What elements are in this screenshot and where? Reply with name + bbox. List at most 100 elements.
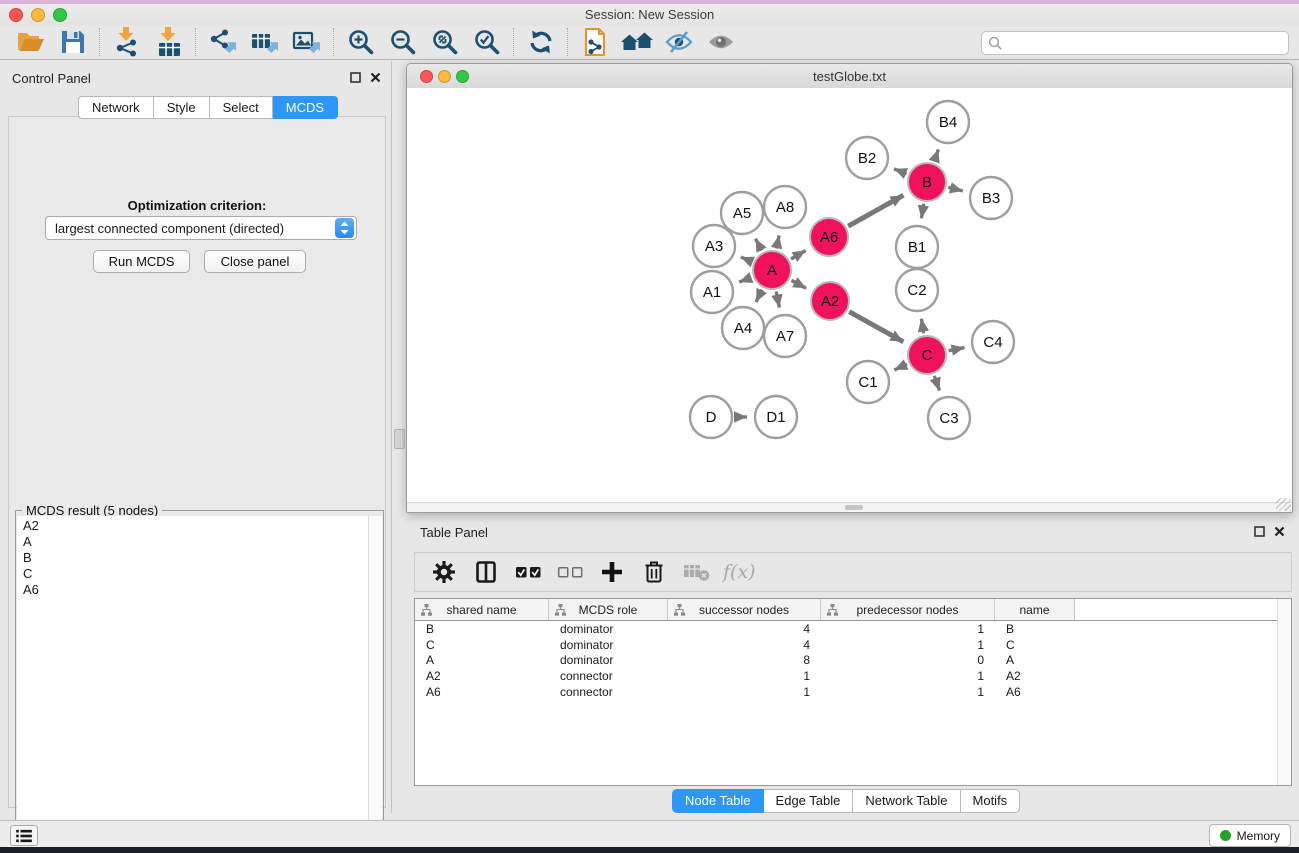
graph-edge-C-C2[interactable] xyxy=(921,319,923,334)
export-image-icon[interactable] xyxy=(286,26,328,58)
graph-node-A3[interactable]: A3 xyxy=(693,225,735,267)
search-field[interactable] xyxy=(981,31,1289,55)
resize-grip-icon[interactable] xyxy=(1276,498,1291,511)
tab-network-table[interactable]: Network Table xyxy=(853,789,960,813)
save-icon[interactable] xyxy=(52,26,94,58)
float-panel-icon[interactable] xyxy=(350,72,361,83)
column-header-predecessor-nodes[interactable]: predecessor nodes xyxy=(821,599,995,620)
close-panel-button[interactable]: Close panel xyxy=(204,250,306,273)
graph-edge-A-A7[interactable] xyxy=(776,292,779,308)
search-input[interactable] xyxy=(1003,35,1282,51)
graph-node-C2[interactable]: C2 xyxy=(896,269,938,311)
close-table-panel-icon[interactable] xyxy=(1274,526,1285,537)
tab-select[interactable]: Select xyxy=(210,96,273,119)
result-list-item[interactable]: C xyxy=(17,566,368,582)
graph-edge-A-A4[interactable] xyxy=(756,290,762,302)
criterion-dropdown[interactable]: largest connected component (directed) xyxy=(45,216,357,240)
float-table-panel-icon[interactable] xyxy=(1254,526,1265,537)
minimize-window-button[interactable] xyxy=(31,8,45,22)
graph-node-D[interactable]: D xyxy=(690,396,732,438)
zoom-in-icon[interactable] xyxy=(340,26,382,58)
column-header-successor-nodes[interactable]: successor nodes xyxy=(668,599,821,620)
zoom-selected-icon[interactable] xyxy=(466,26,508,58)
graph-node-C[interactable]: C xyxy=(908,336,946,374)
graph-node-A5[interactable]: A5 xyxy=(721,192,763,234)
graph-edge-A2-C[interactable] xyxy=(849,312,903,342)
graph-node-C1[interactable]: C1 xyxy=(847,361,889,403)
zoom-fit-icon[interactable] xyxy=(424,26,466,58)
result-list-item[interactable]: A2 xyxy=(17,518,368,534)
result-list-scrollbar[interactable] xyxy=(368,516,382,851)
network-minimize-button[interactable] xyxy=(438,70,451,83)
column-header-MCDS-role[interactable]: MCDS role xyxy=(549,599,668,620)
delete-table-icon[interactable] xyxy=(681,557,711,587)
graph-edge-A-A6[interactable] xyxy=(791,251,806,259)
graph-edge-A-A2[interactable] xyxy=(791,280,806,288)
column-header-name[interactable]: name xyxy=(995,599,1075,620)
graph-edge-A-A5[interactable] xyxy=(756,239,762,251)
graph-edge-C-C4[interactable] xyxy=(949,348,965,351)
graph-node-C4[interactable]: C4 xyxy=(972,321,1014,363)
graph-node-A4[interactable]: A4 xyxy=(722,307,764,349)
delete-icon[interactable] xyxy=(639,557,669,587)
show-eye-icon[interactable] xyxy=(700,26,742,58)
graph-node-A8[interactable]: A8 xyxy=(764,186,806,228)
result-list-item[interactable]: B xyxy=(17,550,368,566)
result-list-item[interactable]: A6 xyxy=(17,582,368,598)
graph-edge-C-C3[interactable] xyxy=(934,376,939,391)
network-close-button[interactable] xyxy=(420,70,433,83)
tab-mcds[interactable]: MCDS xyxy=(273,96,338,119)
graph-node-C3[interactable]: C3 xyxy=(928,397,970,439)
tab-motifs[interactable]: Motifs xyxy=(961,789,1021,813)
export-network-icon[interactable] xyxy=(202,26,244,58)
graph-edge-A6-B[interactable] xyxy=(848,195,903,226)
task-history-button[interactable] xyxy=(10,825,38,846)
graph-node-B3[interactable]: B3 xyxy=(970,177,1012,219)
deselect-all-icon[interactable] xyxy=(555,557,585,587)
graph-node-A2[interactable]: A2 xyxy=(811,282,849,320)
run-mcds-button[interactable]: Run MCDS xyxy=(93,250,190,273)
table-row[interactable]: Adominator80A xyxy=(415,653,1277,669)
result-list-item[interactable]: A xyxy=(17,534,368,550)
function-icon[interactable]: f(x) xyxy=(723,557,756,587)
graph-edge-A-A3[interactable] xyxy=(741,257,752,262)
memory-button[interactable]: Memory xyxy=(1209,824,1291,847)
splitter-handle[interactable] xyxy=(394,429,405,449)
graph-node-B[interactable]: B xyxy=(908,163,946,201)
close-panel-icon[interactable] xyxy=(370,72,381,83)
graph-node-D1[interactable]: D1 xyxy=(755,396,797,438)
add-icon[interactable] xyxy=(597,557,627,587)
table-row[interactable]: A2connector11A2 xyxy=(415,668,1277,684)
graph-node-B2[interactable]: B2 xyxy=(846,137,888,179)
import-table-icon[interactable] xyxy=(148,26,190,58)
import-network-icon[interactable] xyxy=(106,26,148,58)
select-all-icon[interactable] xyxy=(513,557,543,587)
export-table-icon[interactable] xyxy=(244,26,286,58)
graph-node-A1[interactable]: A1 xyxy=(691,271,733,313)
tab-network[interactable]: Network xyxy=(78,96,154,119)
table-row[interactable]: A6connector11A6 xyxy=(415,684,1277,700)
network-window-titlebar[interactable]: testGlobe.txt xyxy=(407,64,1292,89)
graph-edge-B-B3[interactable] xyxy=(948,187,963,191)
columns-icon[interactable] xyxy=(471,557,501,587)
network-from-file-icon[interactable] xyxy=(574,26,616,58)
table-row[interactable]: Cdominator41C xyxy=(415,637,1277,653)
tab-style[interactable]: Style xyxy=(154,96,210,119)
graph-edge-C-C1[interactable] xyxy=(894,364,907,370)
graph-edge-B-B1[interactable] xyxy=(921,204,923,219)
hide-panels-icon[interactable] xyxy=(658,26,700,58)
tab-edge-table[interactable]: Edge Table xyxy=(764,789,854,813)
graph-edge-B-B2[interactable] xyxy=(894,169,907,174)
tab-node-table[interactable]: Node Table xyxy=(672,789,764,813)
home-icon[interactable] xyxy=(616,26,658,58)
graph-edge-A-A8[interactable] xyxy=(776,235,779,248)
graph-node-A6[interactable]: A6 xyxy=(810,218,848,256)
network-horizontal-scrollbar[interactable] xyxy=(407,502,1292,512)
graph-node-B4[interactable]: B4 xyxy=(927,101,969,143)
close-window-button[interactable] xyxy=(9,8,23,22)
table-vertical-scrollbar[interactable] xyxy=(1277,599,1291,785)
settings-icon[interactable] xyxy=(429,557,459,587)
zoom-window-button[interactable] xyxy=(53,8,67,22)
network-canvas[interactable]: B4B2BB3A8A5A6A3B1AC2A1A2A4A7C4CC1C3DD1 xyxy=(407,88,1292,503)
network-zoom-button[interactable] xyxy=(456,70,469,83)
